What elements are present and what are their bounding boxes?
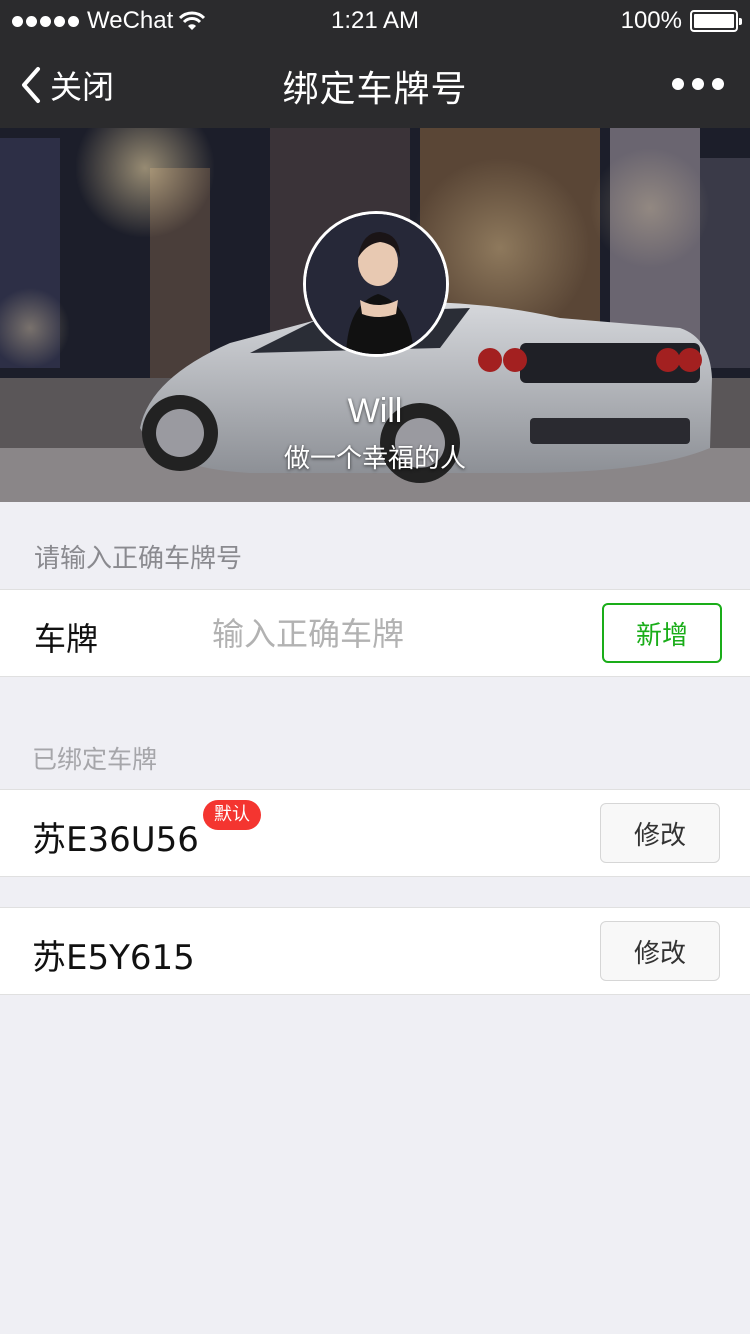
- bound-plates-title: 已绑定车牌: [32, 745, 158, 774]
- input-hint: 请输入正确车牌号: [34, 544, 243, 574]
- avatar-photo: [306, 214, 446, 354]
- default-badge: 默认: [203, 800, 261, 830]
- more-dots-icon[interactable]: [672, 78, 724, 90]
- add-plate-button[interactable]: 新增: [602, 603, 722, 663]
- plate-input[interactable]: [212, 604, 582, 664]
- status-right: 100%: [620, 7, 742, 35]
- plate-number: 苏E36U56: [32, 820, 199, 860]
- edit-plate-button[interactable]: 修改: [600, 921, 720, 981]
- plate-list-item: 苏E5Y615 修改: [0, 907, 750, 995]
- avatar[interactable]: [303, 211, 449, 357]
- user-motto: 做一个幸福的人: [283, 444, 466, 474]
- plate-number: 苏E5Y615: [32, 938, 195, 978]
- profile-banner: Will 做一个幸福的人: [0, 128, 750, 502]
- plate-label: 车牌: [34, 620, 99, 658]
- edit-plate-button[interactable]: 修改: [600, 803, 720, 863]
- plate-input-row: 车牌 新增: [0, 589, 750, 677]
- battery-percent: 100%: [620, 7, 682, 34]
- battery-icon: [690, 10, 742, 32]
- status-bar: WeChat 1:21 AM 100%: [0, 0, 750, 40]
- plate-list-item: 苏E36U56 默认 修改: [0, 789, 750, 877]
- page-title: 绑定车牌号: [282, 69, 468, 110]
- user-name: Will: [347, 392, 403, 430]
- nav-bar: 关闭 绑定车牌号: [0, 40, 750, 128]
